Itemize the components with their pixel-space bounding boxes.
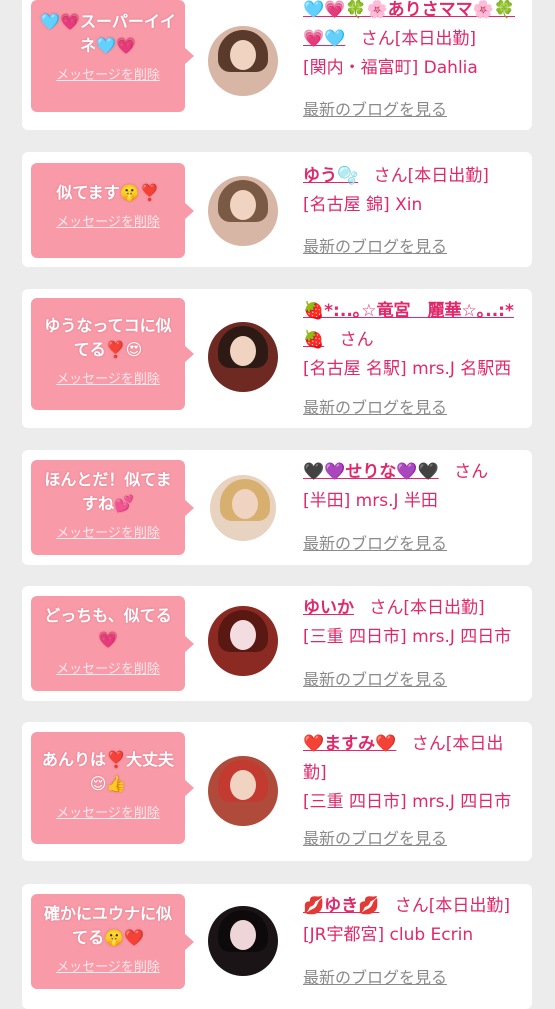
shop-name: [関内・福富町] Dahlia [303, 58, 478, 78]
latest-blog-link[interactable]: 最新のブログを見る [303, 825, 447, 849]
cast-name-link[interactable]: 🖤💜せりな💜🖤 [303, 462, 439, 482]
avatar[interactable] [208, 606, 278, 676]
list-item: どっちも、似てる💗 メッセージを削除 ゆいか さん[本日出勤] [三重 四日市]… [22, 586, 532, 701]
message-text: どっちも、似てる💗 [44, 606, 172, 649]
honorific: さん [369, 598, 404, 618]
list-item: 🩵💗スーパーイイネ🩵💗 メッセージを削除 🩵💗🍀🌸ありさママ🌸🍀💗🩵 さん[本日… [22, 0, 532, 130]
message-bubble: 確かにユウナに似てる🤫❤️ メッセージを削除 [31, 894, 194, 989]
message-text: 🩵💗スーパーイイネ🩵💗 [40, 12, 176, 55]
latest-blog-link[interactable]: 最新のブログを見る [303, 233, 447, 257]
delete-message-link[interactable]: メッセージを削除 [31, 211, 185, 230]
delete-message-link[interactable]: メッセージを削除 [31, 802, 185, 821]
message-text: あんりは❣️大丈夫😌👍 [42, 750, 174, 793]
message-text: ゆうなってコに似てる❣️😍 [44, 316, 172, 359]
delete-message-link[interactable]: メッセージを削除 [31, 368, 185, 387]
status-badge: [本日出勤] [394, 29, 477, 49]
delete-message-link[interactable]: メッセージを削除 [31, 658, 185, 677]
shop-name: [三重 四日市] mrs.J 四日市 [303, 792, 512, 812]
message-list: 🩵💗スーパーイイネ🩵💗 メッセージを削除 🩵💗🍀🌸ありさママ🌸🍀💗🩵 さん[本日… [0, 0, 555, 1009]
honorific: さん [454, 462, 489, 482]
message-bubble: 似てます🤫❣️ メッセージを削除 [31, 163, 194, 258]
delete-message-link[interactable]: メッセージを削除 [31, 956, 185, 975]
honorific: さん [394, 896, 429, 916]
list-item: 似てます🤫❣️ メッセージを削除 ゆう🫧 さん[本日出勤] [名古屋 錦] Xi… [22, 152, 532, 267]
avatar[interactable] [208, 322, 278, 392]
message-bubble: 🩵💗スーパーイイネ🩵💗 メッセージを削除 [31, 0, 194, 112]
status-badge: [本日出勤] [403, 598, 485, 618]
latest-blog-link[interactable]: 最新のブログを見る [303, 530, 447, 554]
honorific: さん [373, 166, 408, 186]
latest-blog-link[interactable]: 最新のブログを見る [303, 394, 447, 418]
message-bubble: ゆうなってコに似てる❣️😍 メッセージを削除 [31, 298, 194, 410]
delete-message-link[interactable]: メッセージを削除 [31, 64, 185, 83]
latest-blog-link[interactable]: 最新のブログを見る [303, 666, 447, 690]
honorific: さん [339, 330, 374, 350]
message-text: ほんとだ！似てますね💕 [44, 470, 172, 513]
shop-name: [半田] mrs.J 半田 [303, 491, 438, 511]
honorific: さん [411, 734, 446, 754]
list-item: ほんとだ！似てますね💕 メッセージを削除 🖤💜せりな💜🖤 さん [半田] mrs… [22, 450, 532, 565]
cast-name-link[interactable]: ゆいか [303, 598, 354, 618]
avatar[interactable] [208, 756, 278, 826]
shop-name: [三重 四日市] mrs.J 四日市 [303, 627, 512, 647]
shop-name: [名古屋 名駅] mrs.J 名駅西 [303, 359, 512, 379]
delete-message-link[interactable]: メッセージを削除 [31, 522, 185, 541]
list-item: 確かにユウナに似てる🤫❤️ メッセージを削除 💋ゆき💋 さん[本日出勤] [JR… [22, 884, 532, 1009]
avatar[interactable] [210, 475, 276, 541]
message-bubble: ほんとだ！似てますね💕 メッセージを削除 [31, 460, 194, 555]
cast-name-link[interactable]: ❤️ますみ❤️ [303, 734, 396, 754]
shop-name: [名古屋 錦] Xin [303, 195, 423, 215]
status-badge: [本日出勤] [428, 896, 511, 916]
cast-name-link[interactable]: 💋ゆき💋 [303, 896, 379, 916]
shop-name: [JR宇都宮] club Ecrin [303, 925, 474, 945]
cast-name-link[interactable]: ゆう🫧 [303, 166, 358, 186]
message-bubble: どっちも、似てる💗 メッセージを削除 [31, 596, 194, 691]
message-text: 確かにユウナに似てる🤫❤️ [43, 904, 172, 947]
avatar[interactable] [208, 26, 278, 96]
latest-blog-link[interactable]: 最新のブログを見る [303, 964, 447, 988]
list-item: あんりは❣️大丈夫😌👍 メッセージを削除 ❤️ますみ❤️ さん[本日出勤] [三… [22, 722, 532, 861]
cast-name-link[interactable]: 🍓*:..｡☆竜宮 麗華☆｡..:*🍓 [303, 301, 514, 350]
avatar[interactable] [208, 176, 278, 246]
status-badge: [本日出勤] [407, 166, 489, 186]
list-item: ゆうなってコに似てる❣️😍 メッセージを削除 🍓*:..｡☆竜宮 麗華☆｡..:… [22, 289, 532, 428]
message-bubble: あんりは❣️大丈夫😌👍 メッセージを削除 [31, 732, 194, 844]
message-text: 似てます🤫❣️ [56, 183, 160, 202]
latest-blog-link[interactable]: 最新のブログを見る [303, 96, 447, 120]
honorific: さん [360, 29, 395, 49]
avatar[interactable] [208, 906, 278, 976]
